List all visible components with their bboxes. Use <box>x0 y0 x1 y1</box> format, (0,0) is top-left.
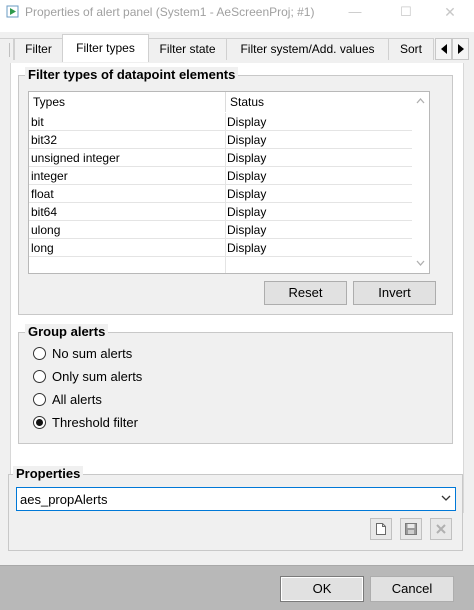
minimize-button[interactable]: — <box>345 3 365 21</box>
filter-types-group: Filter types of datapoint elements Types… <box>18 67 453 315</box>
table-row-empty <box>29 257 420 273</box>
status-cell[interactable]: Display <box>227 223 266 237</box>
status-cell[interactable]: Display <box>227 115 266 129</box>
properties-select[interactable]: aes_propAlerts <box>16 487 456 511</box>
group-alerts-group: Group alerts No sum alerts Only sum aler… <box>18 324 453 444</box>
status-cell[interactable]: Display <box>227 205 266 219</box>
type-cell: bit64 <box>31 205 58 219</box>
table-row[interactable]: float Display <box>29 185 420 203</box>
type-cell: long <box>31 241 54 255</box>
properties-group-label: Properties <box>13 466 84 482</box>
tab-filter-system-add-values[interactable]: Filter system/Add. values <box>226 38 389 61</box>
dialog-body: Filter types of datapoint elements Types… <box>0 60 474 565</box>
radio-label: All alerts <box>52 392 102 407</box>
table-row[interactable]: integer Display <box>29 167 420 185</box>
tab-overflow-left <box>0 38 14 60</box>
arrow-left-icon <box>440 44 447 54</box>
status-cell[interactable]: Display <box>227 241 266 255</box>
table-row[interactable]: bit64 Display <box>29 203 420 221</box>
radio-button[interactable] <box>33 393 46 406</box>
status-cell[interactable]: Display <box>227 133 266 147</box>
table-row[interactable]: unsigned integer Display <box>29 149 420 167</box>
radio-button[interactable] <box>33 347 46 360</box>
column-header-types[interactable]: Types <box>33 95 65 109</box>
app-icon <box>6 5 19 18</box>
type-cell: bit32 <box>31 133 58 147</box>
column-header-status[interactable]: Status <box>230 95 264 109</box>
invert-button[interactable]: Invert <box>353 281 436 305</box>
chevron-down-icon[interactable] <box>441 493 451 503</box>
status-cell[interactable]: Display <box>227 187 266 201</box>
types-table: Types Status bit Display bit32 Display uns… <box>28 91 430 274</box>
tab-filter-state[interactable]: Filter state <box>148 38 227 61</box>
status-cell[interactable]: Display <box>227 169 266 183</box>
tab-filter[interactable]: Filter <box>14 38 63 61</box>
new-button[interactable] <box>370 518 392 540</box>
scroll-up-icon[interactable] <box>412 94 429 108</box>
dialog-footer: OK Cancel <box>0 565 474 610</box>
tab-filter-types[interactable]: Filter types <box>62 34 149 62</box>
filter-types-group-label: Filter types of datapoint elements <box>25 67 239 83</box>
properties-select-value: aes_propAlerts <box>20 492 108 507</box>
maximize-button[interactable]: ☐ <box>396 3 416 21</box>
new-document-icon <box>376 523 386 535</box>
close-button[interactable]: ✕ <box>440 3 460 21</box>
reset-button[interactable]: Reset <box>264 281 347 305</box>
radio-label: No sum alerts <box>52 346 133 361</box>
table-body: bit Display bit32 Display unsigned integer… <box>29 113 420 273</box>
table-header: Types Status <box>29 92 420 112</box>
type-cell: ulong <box>31 223 61 237</box>
radio-label: Only sum alerts <box>52 369 143 384</box>
table-row[interactable]: bit Display <box>29 113 420 131</box>
arrow-right-icon <box>457 44 464 54</box>
delete-button[interactable] <box>430 518 452 540</box>
tab-scroll-right-button[interactable] <box>452 38 469 60</box>
table-row[interactable]: bit32 Display <box>29 131 420 149</box>
group-alerts-group-label: Group alerts <box>25 324 109 340</box>
delete-icon <box>436 524 446 534</box>
type-cell: bit <box>31 115 44 129</box>
window-title: Properties of alert panel (System1 - AeS… <box>25 5 315 19</box>
cancel-button[interactable]: Cancel <box>370 576 454 602</box>
table-scrollbar[interactable] <box>412 92 429 273</box>
type-cell: integer <box>31 169 68 183</box>
tab-strip: Filter Filter types Filter state Filter … <box>0 32 474 62</box>
tab-scroll-left-button[interactable] <box>435 38 452 60</box>
title-bar: Properties of alert panel (System1 - AeS… <box>0 0 474 24</box>
save-icon <box>405 523 417 535</box>
ok-button[interactable]: OK <box>280 576 364 602</box>
radio-label: Threshold filter <box>52 415 138 430</box>
table-row[interactable]: ulong Display <box>29 221 420 239</box>
type-cell: float <box>31 187 54 201</box>
properties-group: Properties aes_propAlerts <box>8 466 463 551</box>
type-cell: unsigned integer <box>31 151 120 165</box>
save-button[interactable] <box>400 518 422 540</box>
scroll-down-icon[interactable] <box>412 256 429 270</box>
tab-sort[interactable]: Sort <box>388 38 434 61</box>
table-row[interactable]: long Display <box>29 239 420 257</box>
radio-button-checked[interactable] <box>33 416 46 429</box>
radio-button[interactable] <box>33 370 46 383</box>
status-cell[interactable]: Display <box>227 151 266 165</box>
